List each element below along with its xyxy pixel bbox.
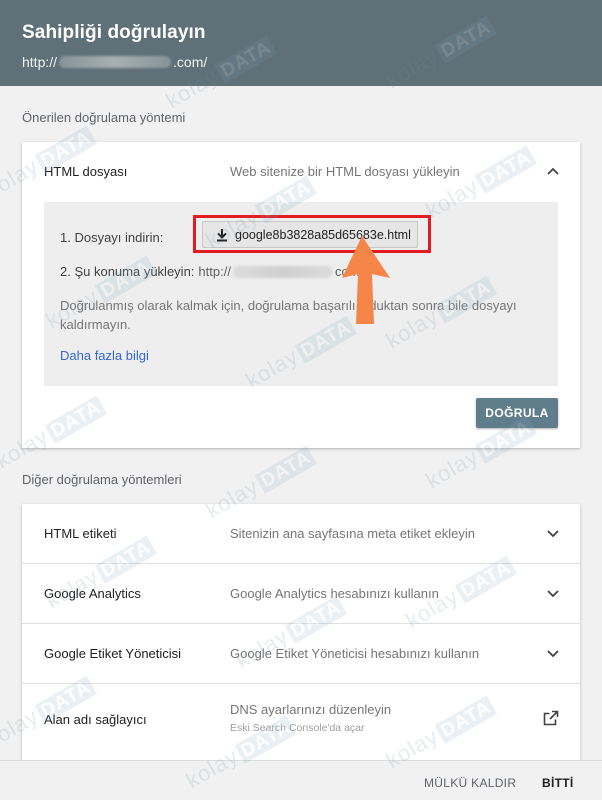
redacted-domain bbox=[59, 56, 172, 68]
recommended-method-label: Önerilen doğrulama yöntemi bbox=[22, 110, 186, 125]
url-prefix: http:// bbox=[22, 54, 58, 70]
method-description: Google Analytics hesabınızı kullanın bbox=[230, 586, 439, 601]
upload-path-prefix: http:// bbox=[198, 264, 231, 279]
method-subtext: Eski Search Console'da açar bbox=[230, 722, 365, 734]
learn-more-link[interactable]: Daha fazla bilgi bbox=[60, 348, 149, 363]
done-button[interactable]: BİTTİ bbox=[542, 776, 574, 790]
keep-file-note: Doğrulanmış olarak kalmak için, doğrulam… bbox=[60, 298, 517, 332]
method-row-tag-manager[interactable]: Google Etiket Yöneticisi Google Etiket Y… bbox=[22, 624, 580, 684]
method-row-google-analytics[interactable]: Google Analytics Google Analytics hesabı… bbox=[22, 564, 580, 624]
step1-label: 1. Dosyayı indirin: bbox=[60, 230, 164, 245]
open-in-new-icon[interactable] bbox=[542, 709, 560, 727]
dialog-header: Sahipliği doğrulayın http:// .com/ bbox=[0, 0, 602, 86]
method-description: Google Etiket Yöneticisi hesabınızı kull… bbox=[230, 646, 480, 661]
redacted-upload-domain bbox=[232, 265, 333, 278]
dialog-title: Sahipliği doğrulayın bbox=[22, 22, 206, 43]
method-name: Alan adı sağlayıcı bbox=[44, 712, 147, 727]
dialog-footer: MÜLKÜ KALDIR BİTTİ bbox=[0, 760, 602, 800]
download-icon bbox=[215, 228, 229, 242]
html-file-method-card: HTML dosyası Web sitenize bir HTML dosya… bbox=[22, 142, 580, 448]
method-row-html-tag[interactable]: HTML etiketi Sitenizin ana sayfasına met… bbox=[22, 504, 580, 564]
html-file-description: Web sitenize bir HTML dosyası yükleyin bbox=[230, 163, 460, 179]
method-name: Google Analytics bbox=[44, 586, 141, 601]
verify-button[interactable]: DOĞRULA bbox=[476, 398, 558, 428]
property-url: http:// .com/ bbox=[22, 54, 580, 70]
chevron-down-icon[interactable] bbox=[546, 527, 560, 541]
pointer-arrow-icon bbox=[342, 236, 390, 324]
html-file-name: HTML dosyası bbox=[44, 163, 128, 179]
method-description: DNS ayarlarınızı düzenleyin bbox=[230, 702, 392, 717]
url-suffix: .com/ bbox=[173, 54, 208, 70]
other-methods-label: Diğer doğrulama yöntemleri bbox=[22, 472, 182, 487]
chevron-down-icon[interactable] bbox=[546, 647, 560, 661]
step2-row: 2. Şu konuma yükleyin: http:// com bbox=[60, 264, 360, 279]
method-name: HTML etiketi bbox=[44, 526, 117, 541]
html-file-header[interactable]: HTML dosyası Web sitenize bir HTML dosya… bbox=[22, 142, 580, 200]
other-methods-list: HTML etiketi Sitenizin ana sayfasına met… bbox=[22, 504, 580, 764]
chevron-down-icon[interactable] bbox=[546, 587, 560, 601]
remove-property-button[interactable]: MÜLKÜ KALDIR bbox=[424, 776, 516, 790]
method-description: Sitenizin ana sayfasına meta etiket ekle… bbox=[230, 526, 475, 541]
method-name: Google Etiket Yöneticisi bbox=[44, 646, 182, 661]
html-file-instructions: 1. Dosyayı indirin: google8b3828a85d6568… bbox=[44, 202, 558, 386]
upload-path: http:// com bbox=[198, 264, 359, 279]
method-row-domain-provider[interactable]: Alan adı sağlayıcı DNS ayarlarınızı düze… bbox=[22, 684, 580, 760]
chevron-up-icon[interactable] bbox=[546, 164, 560, 178]
step2-label: 2. Şu konuma yükleyin: bbox=[60, 264, 195, 279]
